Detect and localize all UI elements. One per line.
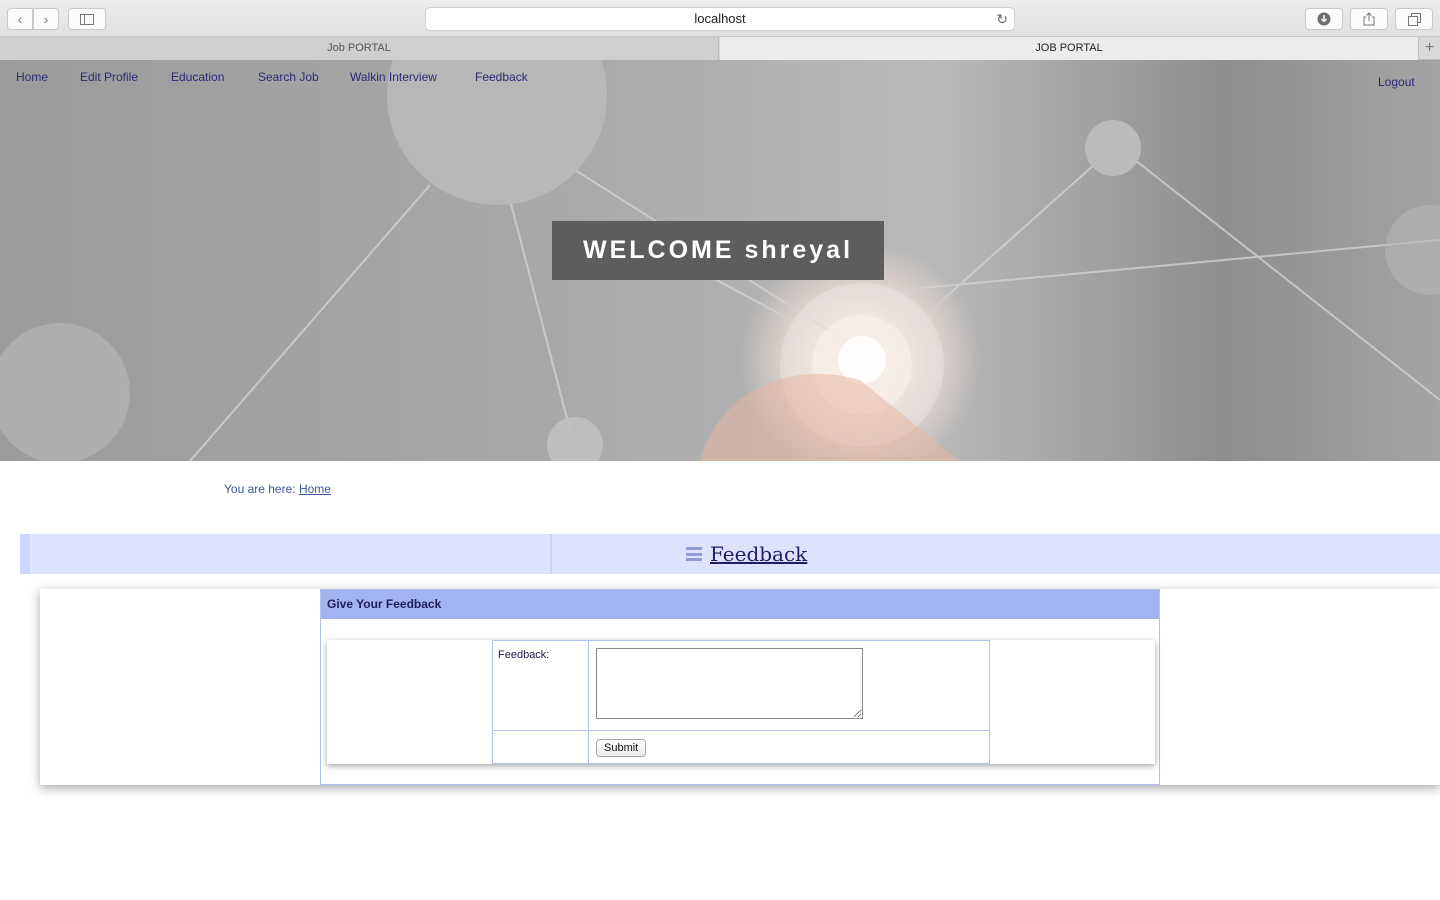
welcome-banner: WELCOME shreyal (552, 221, 884, 280)
menu-icon (686, 547, 702, 561)
breadcrumb-home-link[interactable]: Home (299, 482, 331, 496)
nav-home[interactable]: Home (16, 70, 48, 84)
page-title-link[interactable]: Feedback (710, 542, 807, 566)
empty-cell (492, 730, 589, 764)
submit-button[interactable]: Submit (596, 739, 647, 757)
breadcrumb: You are here: Home (224, 482, 331, 496)
new-tab-button[interactable]: + (1418, 37, 1440, 60)
breadcrumb-prefix: You are here: (224, 482, 296, 496)
address-bar[interactable]: localhost ↻ (425, 7, 1015, 31)
title-band-edge (20, 534, 30, 574)
share-icon (1363, 12, 1375, 26)
sidebar-toggle-button[interactable] (68, 8, 106, 30)
download-icon (1317, 12, 1331, 26)
submit-cell: Submit (588, 730, 990, 764)
url-text: localhost (694, 11, 746, 26)
downloads-button[interactable] (1305, 8, 1343, 30)
reload-icon[interactable]: ↻ (996, 8, 1008, 30)
title-band-divider (550, 534, 552, 574)
share-button[interactable] (1350, 8, 1388, 30)
feedback-label: Feedback: (498, 649, 550, 661)
tab-job-portal-2[interactable]: JOB PORTAL (720, 37, 1418, 60)
tab-bar: Job PORTAL JOB PORTAL + (0, 37, 1440, 60)
nav-search-job[interactable]: Search Job (258, 70, 319, 84)
tab-job-portal-1[interactable]: Job PORTAL (0, 37, 719, 60)
back-button[interactable]: ‹ (7, 8, 33, 30)
form-heading: Give Your Feedback (321, 590, 1159, 619)
nav-feedback[interactable]: Feedback (475, 70, 528, 84)
nav-education[interactable]: Education (171, 70, 224, 84)
nav-walkin-interview[interactable]: Walkin Interview (350, 70, 437, 84)
feedback-label-cell: Feedback: (492, 640, 589, 731)
tabs-icon (1407, 12, 1421, 26)
feedback-form-table: Feedback: Submit (492, 640, 990, 764)
feedback-textarea[interactable] (596, 648, 863, 719)
page-title: Feedback (686, 542, 807, 566)
main-nav: Home Edit Profile Education Search Job W… (0, 70, 1440, 89)
feedback-form-box: Give Your Feedback Feedback: Submit (320, 589, 1160, 785)
browser-toolbar: ‹ › localhost ↻ (0, 0, 1440, 37)
tabs-overview-button[interactable] (1395, 8, 1433, 30)
forward-button[interactable]: › (33, 8, 59, 30)
form-inner-card: Feedback: Submit (327, 640, 1155, 764)
logout-link[interactable]: Logout (1378, 75, 1415, 89)
nav-edit-profile[interactable]: Edit Profile (80, 70, 138, 84)
sidebar-icon (80, 13, 94, 25)
feedback-input-cell (588, 640, 990, 731)
